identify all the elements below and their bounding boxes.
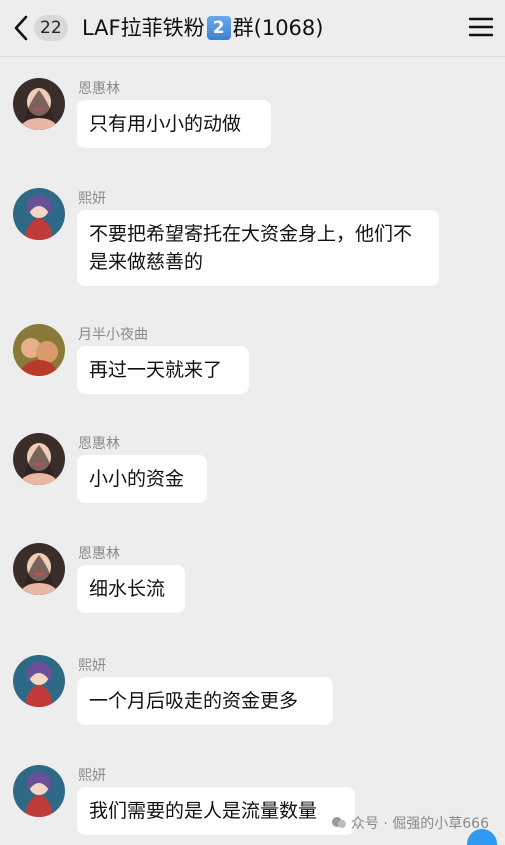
photo-avatar-icon[interactable] xyxy=(13,324,65,376)
sender-name: 恩惠林 xyxy=(78,546,120,562)
sender-name: 月半小夜曲 xyxy=(78,327,148,343)
unread-count-badge: 22 xyxy=(34,15,68,41)
title-suffix: 群(1068) xyxy=(232,16,324,40)
chat-title: LAF拉菲铁粉 2 群(1068) xyxy=(82,12,323,44)
anime-girl-avatar-icon[interactable] xyxy=(13,188,65,240)
message-bubble[interactable]: 一个月后吸走的资金更多 xyxy=(77,677,333,725)
sender-name: 恩惠林 xyxy=(78,436,120,452)
back-button[interactable]: 22 xyxy=(12,10,68,46)
message-bubble[interactable]: 我们需要的是人是流量数量 xyxy=(77,787,355,835)
watermark-text: 众号 · 倔强的小草666 xyxy=(350,816,489,832)
message-bubble[interactable]: 不要把希望寄托在大资金身上，他们不是来做慈善的 xyxy=(77,210,439,286)
title-prefix: LAF拉菲铁粉 xyxy=(82,16,205,40)
sender-name: 熙妍 xyxy=(78,191,106,207)
message-bubble[interactable]: 只有用小小的动做 xyxy=(77,100,271,148)
woman-avatar-icon[interactable] xyxy=(13,78,65,130)
message-bubble[interactable]: 再过一天就来了 xyxy=(77,346,249,394)
sender-name: 熙妍 xyxy=(78,768,106,784)
title-number-keycap: 2 xyxy=(206,16,231,40)
sender-name: 熙妍 xyxy=(78,658,106,674)
woman-avatar-icon[interactable] xyxy=(13,433,65,485)
wechat-icon xyxy=(331,817,346,828)
woman-avatar-icon[interactable] xyxy=(13,543,65,595)
chat-screen: 22 LAF拉菲铁粉 2 群(1068) 恩惠林 只有用小小的动做 熙妍 不要把… xyxy=(0,0,505,845)
message-bubble[interactable]: 细水长流 xyxy=(77,565,185,613)
anime-girl-avatar-icon[interactable] xyxy=(13,655,65,707)
watermark: 众号 · 倔强的小草666 xyxy=(331,813,489,833)
sender-name: 恩惠林 xyxy=(78,81,120,97)
menu-icon[interactable] xyxy=(469,16,493,38)
anime-girl-avatar-icon[interactable] xyxy=(13,765,65,817)
chat-header: 22 LAF拉菲铁粉 2 群(1068) xyxy=(0,0,505,57)
message-bubble[interactable]: 小小的资金 xyxy=(77,455,207,503)
chevron-left-icon xyxy=(14,15,28,41)
